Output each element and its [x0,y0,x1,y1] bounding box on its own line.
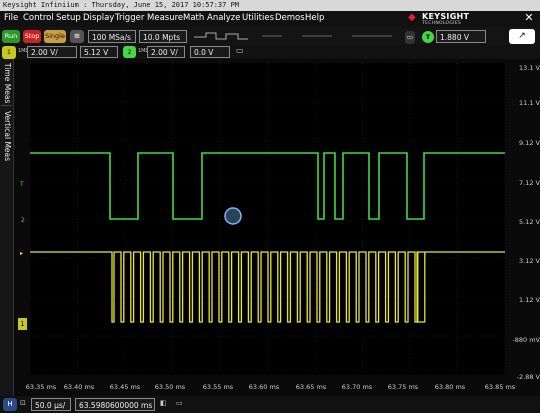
x-axis-label: 63.80 ms [434,383,466,391]
tab-time-meas[interactable]: Time Meas [1,61,12,106]
x-axis-label: 63.35 ms [25,383,57,391]
x-axis-label: 63.60 ms [248,383,280,391]
timebase-bar: H ⊡ 50.0 µs/ 63.5980600000 ms ◧ ▭ [0,396,540,413]
stop-button[interactable]: Stop [23,30,41,43]
channel-toolbar: 1 1MΩ 2.00 V/ 5.12 V 2 1MΩ 2.00 V/ 0.0 V… [0,45,540,59]
menu-control[interactable]: Control [23,13,54,23]
memory-depth-field[interactable]: 10.0 Mpts [139,30,187,43]
channel-1-ground-marker[interactable]: 1 [18,318,27,330]
menu-demos[interactable]: Demos [275,13,305,23]
waveform-overview-icon [194,32,392,40]
trigger-menu-icon[interactable]: ▭ [405,31,415,44]
channel-1-badge[interactable]: 1 [2,46,16,59]
trigger-level-field[interactable]: 1.880 V [436,30,486,43]
x-axis-label: 63.70 ms [341,383,373,391]
timebase-position-field[interactable]: 63.5980600000 ms [75,398,155,411]
keysight-logo: ◆ KEYSIGHT TECHNOLOGIES [408,12,470,26]
run-button[interactable]: Run [2,30,20,43]
y-axis-label: -880 mV [512,336,540,344]
channel-1-trace [30,251,505,323]
menu-help[interactable]: Help [305,13,324,23]
channel-2-ground-marker: T [20,181,24,188]
menu-measure[interactable]: Measure [147,13,183,23]
menu-file[interactable]: File [4,13,18,23]
y-axis-label: 3.12 V [519,257,540,265]
x-axis-label: 63.65 ms [295,383,327,391]
x-axis-label: 63.40 ms [63,383,95,391]
y-axis-label: 13.1 V [519,64,540,72]
keysight-logo-icon: ◆ [408,12,416,23]
y-axis-label: 9.12 V [519,139,540,147]
x-axis-label: 63.85 ms [484,383,516,391]
sample-rate-field[interactable]: 100 MSa/s [88,30,136,43]
timebase-scale-field[interactable]: 50.0 µs/ [31,398,71,411]
x-axis-label: 63.55 ms [202,383,234,391]
channel-2-scale-field[interactable]: 2.00 V/ [147,46,185,58]
x-axis-label: 63.50 ms [154,383,186,391]
graticule-grid [30,63,505,375]
x-axis-label: 63.75 ms [387,383,419,391]
menu-trigger[interactable]: Trigger [115,13,144,23]
channel-1-trigger-marker: ▸ [20,250,24,257]
channel-2-offset-field[interactable]: 0.0 V [190,46,230,58]
side-tabs: Time Meas Vertical Meas [0,59,14,396]
trigger-slope-icon[interactable]: ↗ [509,29,535,44]
menu-math[interactable]: Math [183,13,204,23]
acquisition-toolbar: Run Stop Single ⊞ 100 MSa/s 10.0 Mpts ▭ … [0,27,540,45]
y-axis-label: 11.1 V [519,99,540,107]
channel-2-settings-icon[interactable]: ▭ [236,46,244,55]
zoom-icon[interactable]: ◧ [160,399,167,407]
menu-analyze[interactable]: Analyze [207,13,241,23]
channel-1-offset-field[interactable]: 5.12 V [80,46,118,58]
trigger-badge[interactable]: T [422,31,434,43]
y-axis-label: -2.88 V [516,373,540,381]
window-title: Keysight Infiniium : Thursday, June 15, … [3,1,240,9]
channel-2-badge[interactable]: 2 [123,46,136,58]
waveform-display[interactable] [30,63,505,375]
tab-vertical-meas[interactable]: Vertical Meas [1,107,12,165]
close-icon[interactable]: ✕ [520,11,538,25]
timebase-icon: ⊡ [20,399,26,407]
menu-display[interactable]: Display [83,13,114,23]
single-button[interactable]: Single [44,30,66,43]
y-axis-label: 5.12 V [519,218,540,226]
autoscale-icon[interactable]: ⊞ [70,30,84,43]
y-axis-label: 1.12 V [519,296,540,304]
horizontal-settings-icon[interactable]: ▭ [176,399,183,407]
y-axis-label: 7.12 V [519,179,540,187]
menu-utilities[interactable]: Utilities [242,13,274,23]
horizontal-menu-icon[interactable]: H [3,398,17,411]
channel-2-level-marker: 2 [21,217,25,224]
window-title-bar: Keysight Infiniium : Thursday, June 15, … [0,0,540,11]
cursor-marker-icon[interactable] [224,207,242,225]
x-axis-label: 63.45 ms [109,383,141,391]
channel-1-scale-field[interactable]: 2.00 V/ [27,46,77,58]
menu-setup[interactable]: Setup [56,13,81,23]
